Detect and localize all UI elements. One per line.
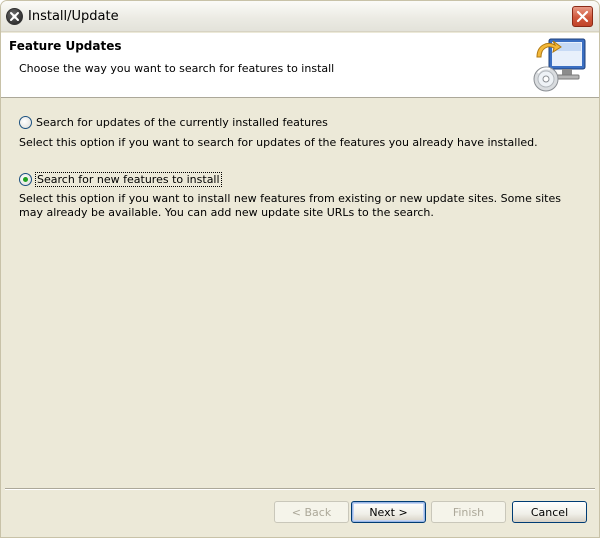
option-search-new-features-label[interactable]: Search for new features to install [35,171,222,187]
page-description: Choose the way you want to search for fe… [19,62,335,75]
install-update-dialog: Install/Update Feature Updates Choose th… [0,0,600,538]
option-search-updates[interactable]: Search for updates of the currently inst… [19,114,328,130]
back-button[interactable]: < Back [274,501,349,523]
button-separator [5,488,595,490]
monitor-cd-update-icon [533,38,586,92]
eclipse-logo-icon [6,8,23,25]
option-search-updates-description: Select this option if you want to search… [19,136,538,149]
cancel-button[interactable]: Cancel [512,501,587,523]
radio-search-new-features[interactable] [19,172,32,186]
option-search-new-features[interactable]: Search for new features to install [19,171,222,187]
title-bar[interactable]: Install/Update [1,1,599,32]
page-title: Feature Updates [9,39,122,53]
wizard-content: Search for updates of the currently inst… [1,99,599,487]
wizard-header: Feature Updates Choose the way you want … [1,33,599,98]
window-title: Install/Update [28,9,119,24]
close-icon [576,10,589,23]
radio-search-updates[interactable] [19,115,32,129]
next-button[interactable]: Next > [351,501,426,523]
option-search-new-features-description: Select this option if you want to instal… [19,192,561,219]
option-search-updates-label[interactable]: Search for updates of the currently inst… [36,116,328,129]
finish-button[interactable]: Finish [431,501,506,523]
close-button[interactable] [572,6,593,27]
